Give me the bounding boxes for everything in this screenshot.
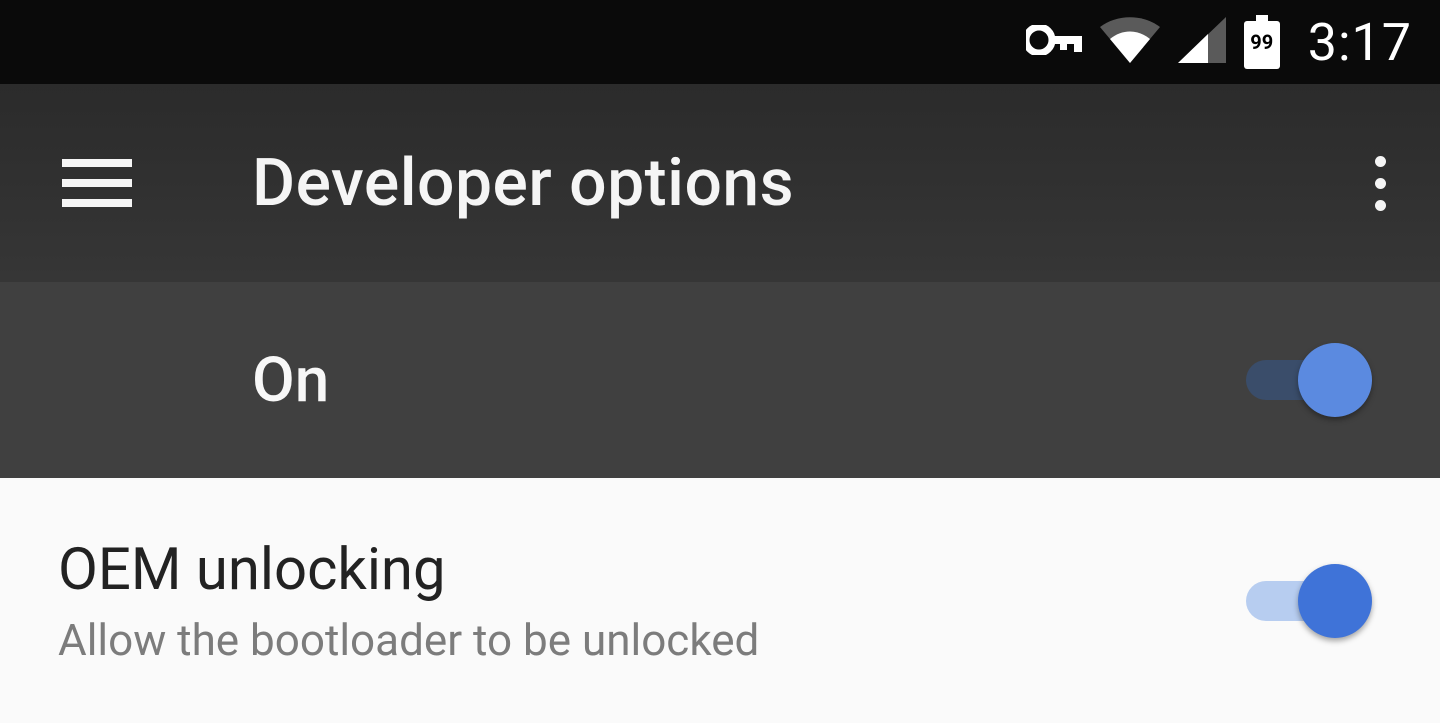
vpn-key-icon bbox=[1026, 25, 1082, 59]
oem-unlocking-toggle[interactable] bbox=[1246, 561, 1366, 641]
status-bar: 99 3:17 bbox=[0, 0, 1440, 84]
setting-title: OEM unlocking bbox=[58, 536, 1246, 604]
wifi-icon bbox=[1100, 17, 1160, 67]
page-title: Developer options bbox=[252, 145, 1361, 222]
battery-icon: 99 bbox=[1244, 17, 1280, 67]
master-switch-row[interactable]: On bbox=[0, 282, 1440, 478]
setting-subtitle: Allow the bootloader to be unlocked bbox=[58, 614, 1246, 666]
status-icons: 99 bbox=[1026, 17, 1280, 67]
setting-text: OEM unlocking Allow the bootloader to be… bbox=[58, 536, 1246, 666]
master-switch-toggle[interactable] bbox=[1246, 340, 1366, 420]
master-switch-label: On bbox=[252, 344, 1246, 417]
hamburger-icon[interactable] bbox=[62, 159, 132, 207]
status-time: 3:17 bbox=[1308, 12, 1412, 73]
battery-level: 99 bbox=[1250, 30, 1273, 54]
overflow-icon[interactable] bbox=[1361, 146, 1400, 221]
app-bar: Developer options bbox=[0, 84, 1440, 282]
cell-signal-icon bbox=[1178, 17, 1226, 67]
setting-row-oem-unlocking[interactable]: OEM unlocking Allow the bootloader to be… bbox=[0, 478, 1440, 723]
